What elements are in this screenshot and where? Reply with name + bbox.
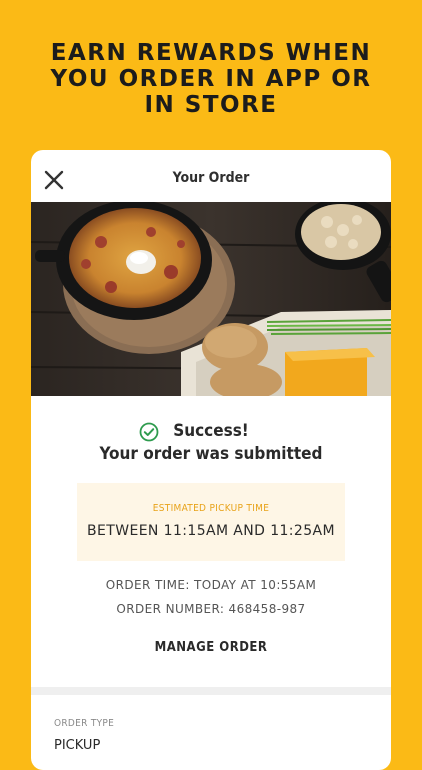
status-title: Success!: [173, 421, 249, 441]
manage-order-button[interactable]: MANAGE ORDER: [31, 640, 391, 655]
order-card: Your Order Success! Your order was submi…: [31, 150, 391, 770]
promo-headline-line-2: YOU ORDER IN APP OR: [50, 66, 372, 92]
pickup-time-value: BETWEEN 11:15AM AND 11:25AM: [87, 523, 335, 539]
order-type-value: PICKUP: [54, 738, 101, 753]
promo-headline-line-1: EARN REWARDS WHEN: [50, 40, 372, 66]
check-circle-icon: [139, 422, 159, 442]
order-number: ORDER NUMBER: 468458-987: [116, 602, 306, 616]
status-title-row: Success!: [31, 420, 391, 442]
pickup-time-label: ESTIMATED PICKUP TIME: [152, 503, 270, 514]
order-type-label: ORDER TYPE: [54, 718, 115, 729]
promo-headline: EARN REWARDS WHEN YOU ORDER IN APP OR IN…: [0, 40, 422, 118]
pickup-time-box: ESTIMATED PICKUP TIME BETWEEN 11:15AM AN…: [77, 483, 345, 561]
page-title: Your Order: [172, 170, 250, 186]
promo-headline-line-3: IN STORE: [144, 92, 278, 118]
section-divider: [31, 687, 391, 695]
status-block: Success! Your order was submitted: [31, 420, 391, 466]
status-message: Your order was submitted: [99, 444, 323, 464]
top-bar: Your Order: [31, 150, 391, 202]
food-hero-image: [31, 202, 391, 396]
order-time: ORDER TIME: TODAY AT 10:55AM: [105, 578, 317, 592]
